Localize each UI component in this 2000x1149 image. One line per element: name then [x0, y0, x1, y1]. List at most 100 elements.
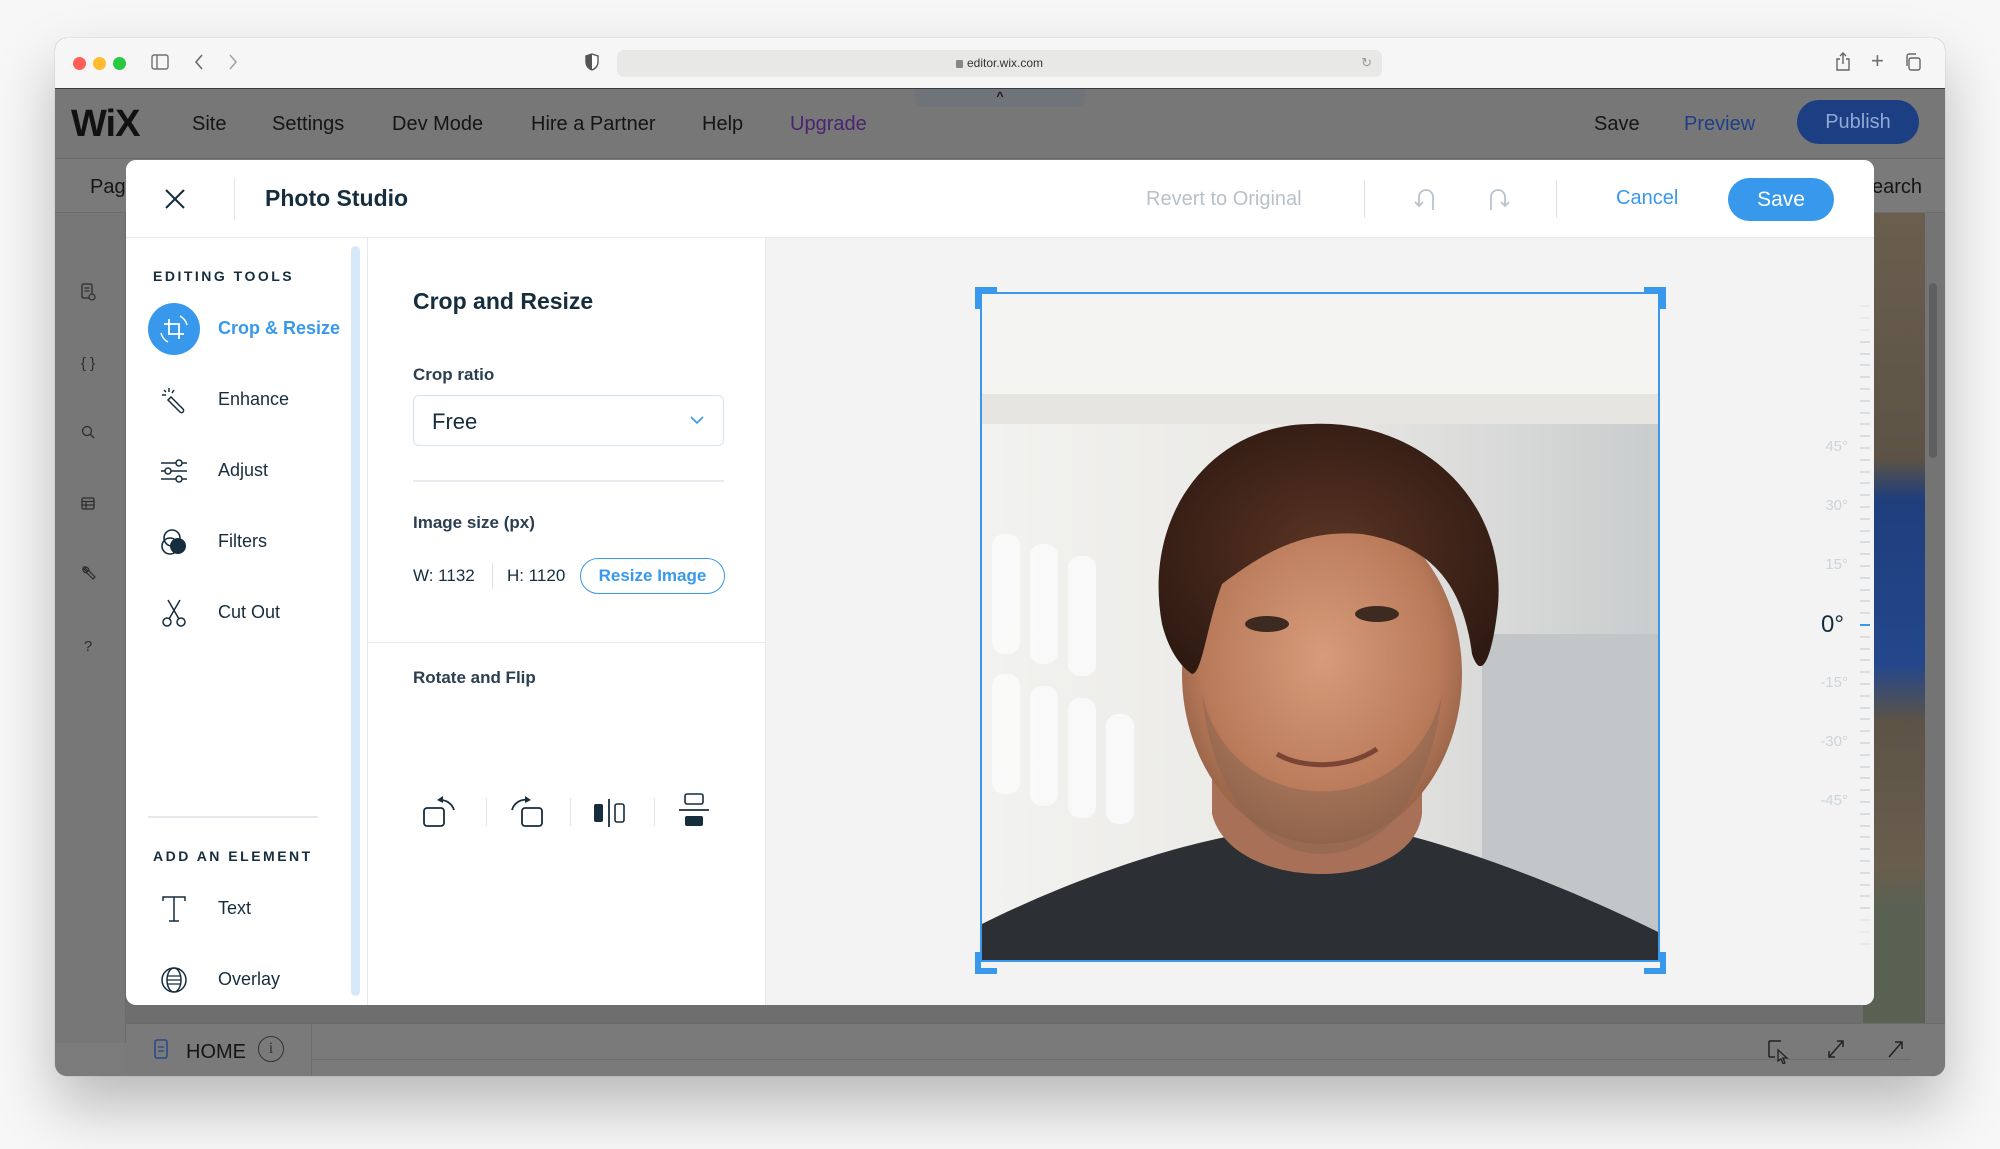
resize-icon[interactable] [1826, 1038, 1846, 1065]
tool-label: Filters [218, 531, 267, 551]
reload-icon[interactable]: ↻ [1361, 55, 1372, 71]
dial-tick [1860, 836, 1870, 839]
dial-tick [1860, 730, 1870, 733]
crop-icon [148, 303, 200, 355]
sidebar-icon[interactable] [151, 54, 169, 73]
tool-enhance[interactable]: Enhance [148, 371, 348, 427]
revert-to-original-button[interactable]: Revert to Original [1146, 188, 1302, 211]
image-size-label: Image size (px) [413, 513, 535, 532]
nav-site[interactable]: Site [192, 113, 226, 136]
filters-icon [148, 516, 200, 568]
dial-tick [1860, 458, 1870, 461]
dial-tick [1860, 541, 1870, 544]
nav-help[interactable]: Help [702, 113, 743, 136]
nav-upgrade[interactable]: Upgrade [790, 113, 867, 136]
tool-filters[interactable]: Filters [148, 513, 348, 569]
search-icon[interactable] [77, 424, 99, 446]
crop-handle-bottom-right[interactable] [1644, 952, 1666, 974]
wix-logo[interactable]: WiX [71, 103, 140, 146]
tools-scrollbar[interactable] [351, 246, 360, 996]
wix-top-bar: ^ WiX Site Settings Dev Mode Hire a Part… [55, 89, 1945, 159]
dial-tick [1860, 635, 1870, 638]
dial-tick [1860, 647, 1870, 650]
redo-icon [1490, 189, 1510, 210]
info-icon[interactable]: i [258, 1036, 284, 1062]
nav-hire-a-partner[interactable]: Hire a Partner [531, 113, 656, 136]
expand-icon[interactable] [1886, 1038, 1906, 1065]
dial-tick [1860, 588, 1870, 591]
rotate-left-icon [511, 796, 543, 827]
element-text[interactable]: Text [148, 880, 348, 936]
tool-cut-out[interactable]: Cut Out [148, 584, 348, 640]
dial-tick [1860, 624, 1870, 626]
crop-handle-top-right[interactable] [1644, 287, 1666, 309]
dial-tick [1860, 340, 1870, 343]
left-rail: { } ? [55, 213, 126, 1043]
code-icon[interactable]: { } [77, 353, 99, 375]
resize-image-button[interactable]: Resize Image [580, 558, 725, 594]
forward-icon[interactable] [227, 53, 239, 74]
pages-label[interactable]: Pag [90, 176, 126, 199]
preview-button[interactable]: Preview [1684, 113, 1755, 136]
dial-tick [1860, 364, 1870, 367]
close-button[interactable] [156, 180, 194, 218]
tool-crop-resize[interactable]: Crop & Resize [148, 300, 348, 356]
sliders-icon [148, 445, 200, 497]
tabs-icon[interactable] [1904, 53, 1922, 74]
page-settings-icon[interactable] [77, 283, 99, 305]
element-overlay[interactable]: Overlay [148, 951, 348, 1005]
current-page-label[interactable]: HOME [186, 1041, 246, 1064]
dial-tick [1860, 600, 1870, 603]
address-bar[interactable]: editor.wix.com ↻ [617, 50, 1382, 77]
size-divider [492, 562, 493, 590]
bottom-bar: HOME i ··· [126, 1023, 1945, 1076]
back-icon[interactable] [193, 53, 205, 74]
dial-label: -30° [1820, 733, 1848, 750]
tools-icon[interactable] [77, 565, 99, 587]
nav-dev-mode[interactable]: Dev Mode [392, 113, 483, 136]
undo-button[interactable] [1411, 184, 1441, 214]
select-icon[interactable] [1766, 1038, 1790, 1069]
tool-label: Adjust [218, 460, 269, 480]
search-label[interactable]: earch [1872, 176, 1922, 199]
share-icon[interactable] [1835, 52, 1851, 75]
shield-icon[interactable] [585, 53, 599, 74]
help-icon[interactable]: ? [77, 636, 99, 658]
tool-adjust[interactable]: Adjust [148, 442, 348, 498]
crop-ratio-dropdown[interactable]: Free [413, 395, 724, 446]
publish-button[interactable]: Publish [1797, 100, 1919, 144]
zoom-window-button[interactable] [113, 57, 126, 70]
page-icon [154, 1039, 168, 1064]
new-tab-icon[interactable]: + [1871, 50, 1884, 72]
dial-label: 0° [1821, 611, 1844, 638]
modal-title: Photo Studio [265, 185, 409, 211]
rotate-right-button[interactable] [420, 790, 464, 834]
redo-button[interactable] [1483, 184, 1513, 214]
dial-tick [1860, 883, 1870, 886]
lock-icon [955, 60, 963, 68]
photo-preview[interactable] [980, 292, 1660, 962]
rotate-left-button[interactable] [504, 790, 548, 834]
more-icon[interactable]: ··· [1944, 1030, 1945, 1066]
tool-label: Crop & Resize [218, 318, 341, 338]
dial-tick [1860, 694, 1870, 697]
dial-tick [1860, 329, 1870, 331]
flip-vertical-button[interactable] [672, 790, 716, 834]
close-window-button[interactable] [73, 57, 86, 70]
crop-handle-top-left[interactable] [975, 287, 997, 309]
cancel-button[interactable]: Cancel [1616, 187, 1678, 210]
top-save-button[interactable]: Save [1594, 113, 1640, 136]
stage-scrollbar-thumb[interactable] [1929, 283, 1937, 458]
database-icon[interactable] [77, 495, 99, 517]
dial-tick [1860, 435, 1870, 438]
editing-tools-panel: EDITING TOOLS Crop & Resize Enhance Adju… [126, 238, 368, 1005]
dial-label: 15° [1825, 556, 1848, 573]
save-button[interactable]: Save [1728, 178, 1834, 221]
collapse-toolbar-button[interactable]: ^ [915, 89, 1085, 107]
rotate-right-icon [423, 796, 455, 827]
minimize-window-button[interactable] [93, 57, 106, 70]
flip-horizontal-button[interactable] [588, 790, 632, 834]
dial-label: -15° [1820, 674, 1848, 691]
nav-settings[interactable]: Settings [272, 113, 344, 136]
crop-handle-bottom-left[interactable] [975, 952, 997, 974]
